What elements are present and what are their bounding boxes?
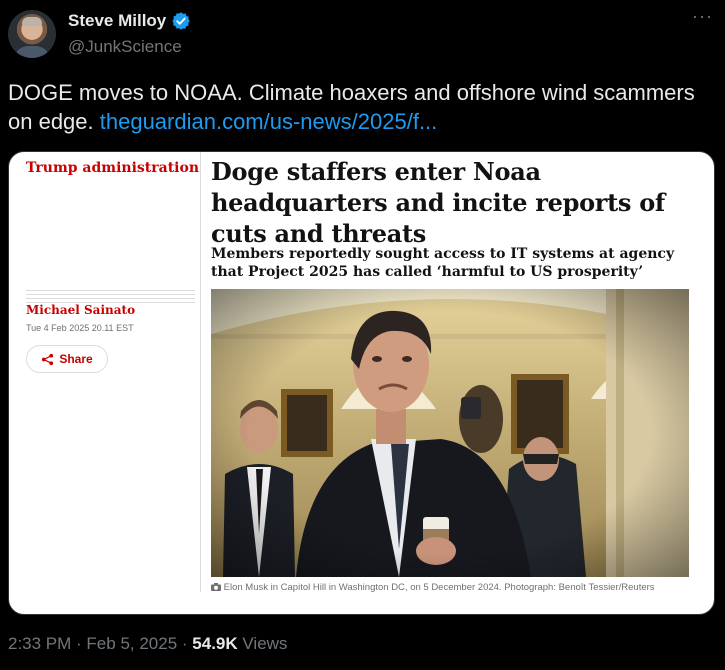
views-label: Views: [237, 634, 288, 653]
photo-caption: Elon Musk in Capitol Hill in Washington …: [211, 582, 689, 594]
article-photo: [211, 289, 689, 577]
article-kicker: Trump administration: [26, 160, 200, 176]
article-headline: Doge staffers enter Noaa headquarters an…: [211, 157, 665, 248]
avatar[interactable]: [8, 10, 56, 58]
tweet-time[interactable]: 2:33 PM: [8, 634, 71, 653]
article-standfirst: Members reportedly sought access to IT s…: [211, 246, 675, 280]
share-label: Share: [59, 352, 93, 366]
author-handle[interactable]: @JunkScience: [68, 37, 182, 57]
meta-separator: ·: [177, 634, 193, 653]
tweet-meta: 2:33 PM · Feb 5, 2025 · 54.9K Views: [8, 634, 287, 654]
article-date: Tue 4 Feb 2025 20.11 EST: [26, 323, 134, 333]
meta-separator: ·: [71, 634, 87, 653]
share-button[interactable]: Share: [26, 345, 108, 373]
views-count[interactable]: 54.9K: [192, 634, 237, 653]
article-byline: Michael Sainato: [26, 303, 136, 317]
author-name[interactable]: Steve Milloy: [68, 11, 166, 31]
avatar-shirt: [14, 46, 50, 58]
camera-icon: [211, 583, 221, 591]
tweet-link[interactable]: theguardian.com/us-news/2025/f...: [100, 109, 438, 134]
tweet-date[interactable]: Feb 5, 2025: [86, 634, 177, 653]
link-preview-card[interactable]: Trump administration Doge staffers enter…: [8, 151, 715, 615]
tweet-text: DOGE moves to NOAA. Climate hoaxers and …: [8, 78, 718, 136]
article-photo-illustration: [211, 289, 689, 577]
photo-caption-text: Elon Musk in Capitol Hill in Washington …: [223, 582, 655, 593]
more-options-icon[interactable]: ···: [692, 6, 713, 27]
verified-badge-icon: [172, 12, 191, 30]
share-icon: [42, 353, 54, 365]
avatar-hair: [22, 17, 42, 26]
author-row: Steve Milloy: [68, 11, 191, 31]
column-divider: [200, 152, 201, 592]
